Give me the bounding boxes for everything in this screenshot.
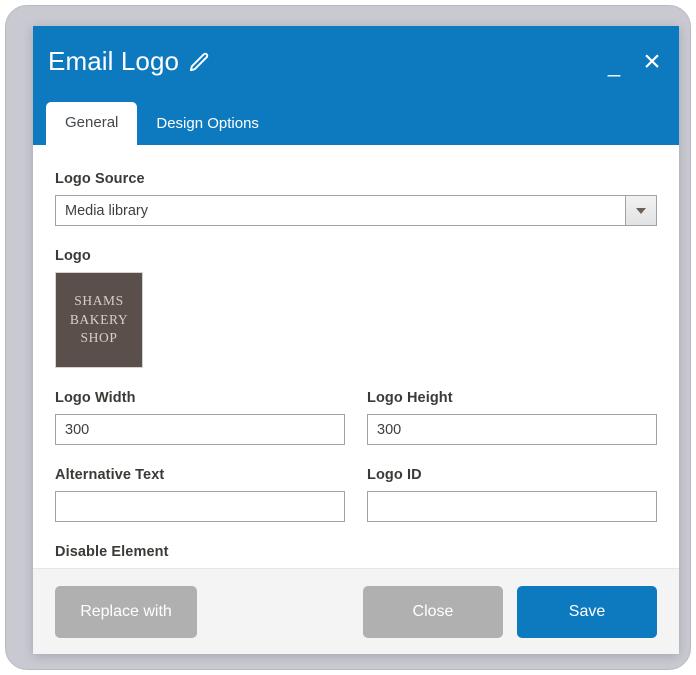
- tab-bar: General Design Options: [46, 101, 278, 146]
- pencil-icon[interactable]: [188, 51, 211, 74]
- logo-thumbnail-line: SHAMS: [74, 293, 124, 309]
- page-title: Email Logo: [48, 46, 180, 76]
- logo-thumbnail-line: SHOP: [80, 330, 118, 346]
- logo-width-label: Logo Width: [55, 390, 136, 406]
- logo-thumbnail-line: BAKERY: [69, 311, 129, 327]
- save-button[interactable]: Save: [517, 585, 657, 638]
- logo-source-label: Logo Source: [55, 171, 145, 187]
- field-logo-width: Logo Width: [55, 390, 345, 445]
- field-logo-source: Logo Source Media library: [55, 171, 657, 226]
- field-alternative-text: Alternative Text: [55, 467, 345, 522]
- replace-with-button[interactable]: Replace with: [55, 585, 197, 638]
- logo-source-value[interactable]: Media library: [55, 195, 625, 226]
- logo-height-input[interactable]: [367, 414, 657, 445]
- logo-label: Logo: [55, 248, 91, 264]
- tab-general[interactable]: General: [46, 101, 138, 145]
- email-logo-modal: Email Logo _ × General Design Options Lo…: [33, 26, 679, 654]
- field-logo-id: Logo ID: [367, 467, 657, 522]
- field-logo: Logo SHAMS BAKERY SHOP: [55, 248, 657, 368]
- tab-design-options[interactable]: Design Options: [137, 105, 278, 146]
- alternative-text-input[interactable]: [55, 491, 345, 522]
- window-controls: _ ×: [603, 46, 665, 78]
- field-disable-element: Disable Element: [55, 544, 657, 560]
- logo-source-select[interactable]: Media library: [55, 195, 657, 226]
- logo-id-label: Logo ID: [367, 467, 422, 483]
- logo-id-input[interactable]: [367, 491, 657, 522]
- modal-body: Logo Source Media library Logo SHAMS BAK…: [33, 145, 679, 568]
- alternative-text-label: Alternative Text: [55, 467, 165, 483]
- footer-actions: Close Save: [363, 585, 657, 638]
- modal-header: Email Logo _ × General Design Options: [33, 26, 679, 145]
- size-row: Logo Width Logo Height: [55, 390, 657, 445]
- modal-footer: Replace with Close Save: [33, 568, 679, 654]
- minimize-button[interactable]: _: [603, 46, 625, 78]
- chevron-down-icon[interactable]: [625, 195, 657, 226]
- logo-height-label: Logo Height: [367, 390, 453, 406]
- modal-title: Email Logo: [48, 48, 211, 74]
- field-logo-height: Logo Height: [367, 390, 657, 445]
- meta-row: Alternative Text Logo ID: [55, 467, 657, 522]
- triangle-glyph: [636, 207, 646, 214]
- disable-element-label: Disable Element: [55, 544, 169, 560]
- page-backdrop: Email Logo _ × General Design Options Lo…: [5, 5, 691, 670]
- logo-thumbnail[interactable]: SHAMS BAKERY SHOP: [55, 272, 143, 368]
- close-button[interactable]: Close: [363, 585, 503, 638]
- logo-width-input[interactable]: [55, 414, 345, 445]
- close-icon[interactable]: ×: [639, 47, 665, 77]
